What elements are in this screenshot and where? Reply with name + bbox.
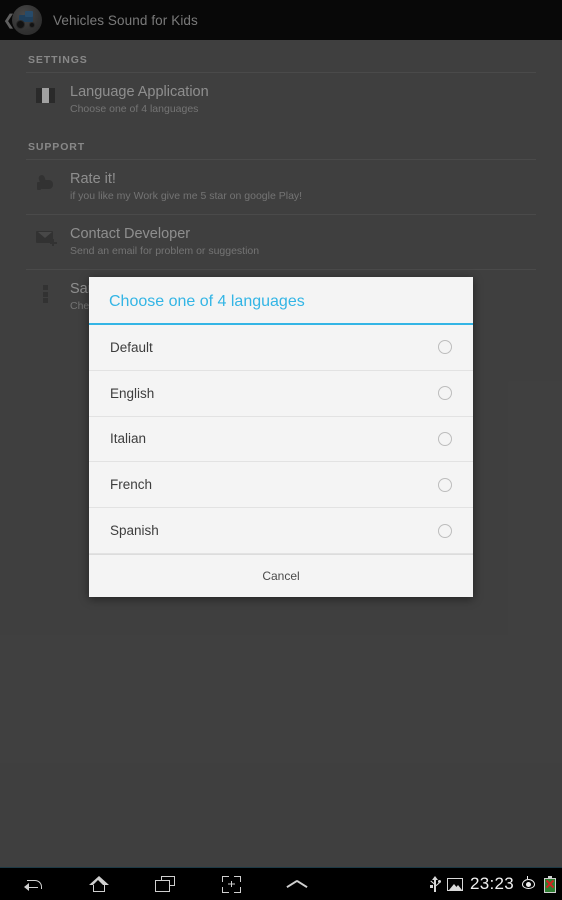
option-label: Italian: [110, 431, 147, 447]
status-clock: 23:23: [469, 874, 514, 893]
option-label: Spanish: [110, 523, 159, 539]
battery-error-icon: [544, 875, 556, 893]
radio-button[interactable]: [438, 340, 452, 355]
language-chooser-dialog: Choose one of 4 languages Default Englis…: [89, 277, 473, 597]
android-screen: ❮ Vehicles Sound for Kids SETTINGS Langu…: [0, 0, 562, 900]
dialog-title: Choose one of 4 languages: [109, 293, 305, 310]
dialog-title-area: Choose one of 4 languages: [89, 277, 473, 323]
language-option-default[interactable]: Default: [89, 325, 473, 371]
status-icons: 23:23: [429, 874, 562, 894]
cancel-button[interactable]: Cancel: [89, 553, 473, 597]
radio-button[interactable]: [438, 386, 452, 401]
recents-icon[interactable]: [132, 876, 198, 892]
language-option-list: Default English Italian French Spanish: [89, 325, 473, 554]
cancel-button-label: Cancel: [262, 568, 300, 583]
option-label: Default: [110, 339, 153, 355]
option-label: English: [110, 385, 155, 401]
home-icon[interactable]: [66, 876, 132, 892]
system-navigation-bar: 23:23: [0, 867, 562, 900]
radio-button[interactable]: [438, 431, 452, 446]
usb-icon: [429, 876, 441, 892]
language-option-italian[interactable]: Italian: [89, 417, 473, 463]
image-icon: [446, 877, 463, 891]
back-icon[interactable]: [0, 877, 66, 892]
language-option-english[interactable]: English: [89, 371, 473, 417]
radio-button[interactable]: [438, 477, 452, 492]
eye-icon: [521, 876, 537, 891]
radio-button[interactable]: [438, 523, 452, 538]
screenshot-icon[interactable]: [198, 875, 264, 893]
option-label: French: [110, 477, 153, 493]
chevron-up-icon[interactable]: [264, 879, 330, 890]
language-option-spanish[interactable]: Spanish: [89, 508, 473, 554]
language-option-french[interactable]: French: [89, 462, 473, 509]
